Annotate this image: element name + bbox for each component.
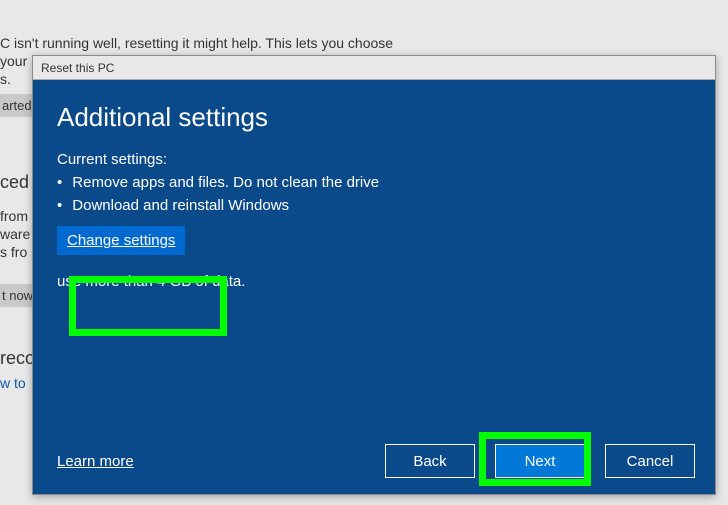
bg-restart-now-btn[interactable]: t now xyxy=(0,284,35,307)
settings-bullet: Remove apps and files. Do not clean the … xyxy=(57,174,691,191)
bg-text-fragment: from xyxy=(0,208,28,224)
dialog-button-row: Back Next Cancel xyxy=(385,444,695,478)
current-settings-label: Current settings: xyxy=(57,151,691,168)
dialog-titlebar: Reset this PC xyxy=(33,56,715,80)
dialog-title-text: Reset this PC xyxy=(41,61,114,75)
cancel-button[interactable]: Cancel xyxy=(605,444,695,478)
reset-pc-dialog: Reset this PC Additional settings Curren… xyxy=(32,55,716,495)
settings-list: Remove apps and files. Do not clean the … xyxy=(57,174,691,214)
learn-more-link[interactable]: Learn more xyxy=(57,453,134,470)
cloud-download-note: use more than 4 GB of data. xyxy=(57,273,691,290)
bg-heading-recovery: reco xyxy=(0,348,35,369)
back-button[interactable]: Back xyxy=(385,444,475,478)
bg-text-fragment: your xyxy=(0,52,27,71)
bg-heading-advanced: ced xyxy=(0,172,29,193)
dialog-body: Additional settings Current settings: Re… xyxy=(33,80,715,494)
change-settings-wrap: Change settings xyxy=(57,226,185,255)
bg-text-fragment: s. xyxy=(0,70,11,89)
bg-text-fragment: C isn't running well, resetting it might… xyxy=(0,34,393,53)
page-title: Additional settings xyxy=(57,102,691,133)
bg-link-fragment[interactable]: w to xyxy=(0,375,26,391)
next-button[interactable]: Next xyxy=(495,444,585,478)
bg-text-fragment: ware xyxy=(0,226,30,242)
change-settings-link[interactable]: Change settings xyxy=(57,226,185,255)
bg-text-fragment: s fro xyxy=(0,244,27,260)
settings-bullet: Download and reinstall Windows xyxy=(57,197,691,214)
bg-get-started-btn[interactable]: arted xyxy=(0,94,34,117)
